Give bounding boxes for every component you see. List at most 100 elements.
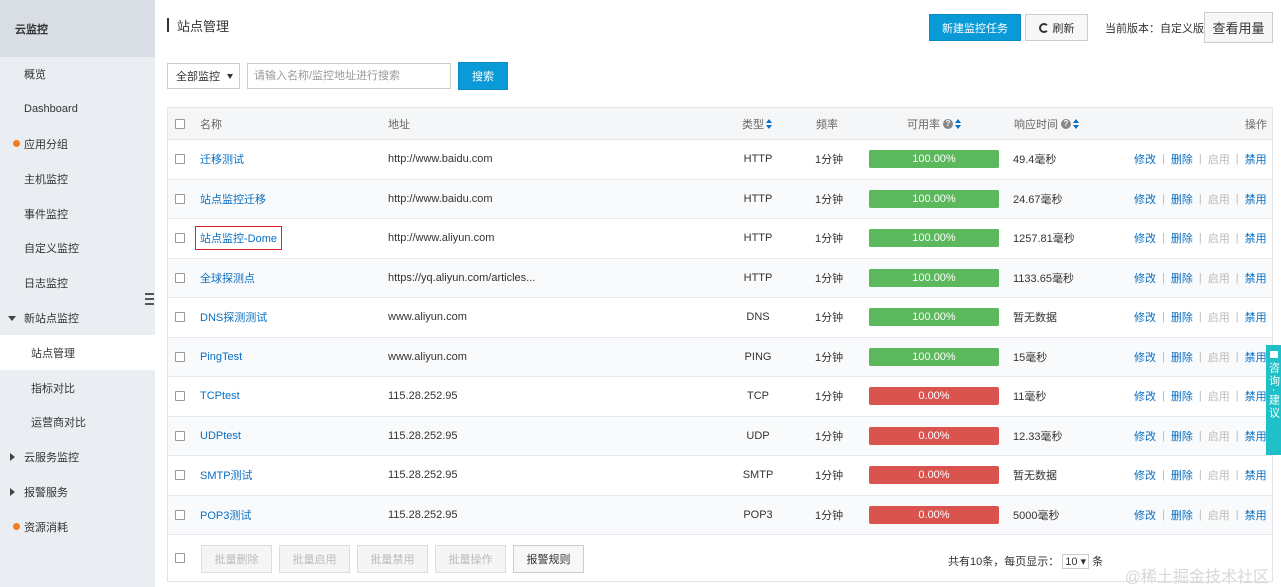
disable-link[interactable]: 禁用 bbox=[1245, 230, 1267, 246]
row-checkbox[interactable] bbox=[175, 154, 185, 165]
search-button[interactable]: 搜索 bbox=[458, 62, 508, 90]
delete-link[interactable]: 删除 bbox=[1171, 151, 1193, 167]
sidebar-item[interactable]: 事件监控 bbox=[0, 196, 155, 231]
sidebar-item[interactable]: 资源消耗 bbox=[0, 509, 155, 544]
delete-link[interactable]: 删除 bbox=[1171, 230, 1193, 246]
refresh-button[interactable]: 刷新 bbox=[1025, 14, 1088, 41]
sidebar-item[interactable]: 云服务监控 bbox=[0, 440, 155, 475]
view-usage-button[interactable]: 查看用量 bbox=[1204, 12, 1273, 43]
row-checkbox[interactable] bbox=[175, 233, 185, 244]
sidebar-item[interactable]: 新站点监控 bbox=[0, 301, 155, 336]
row-checkbox[interactable] bbox=[175, 470, 185, 481]
enable-link[interactable]: 启用 bbox=[1208, 230, 1230, 246]
site-name-link[interactable]: 全球探测点 bbox=[200, 270, 255, 286]
enable-link[interactable]: 启用 bbox=[1208, 388, 1230, 404]
row-checkbox[interactable] bbox=[175, 272, 185, 283]
page-size-value: 10 bbox=[1065, 556, 1078, 568]
sidebar-item[interactable]: 指标对比 bbox=[0, 370, 155, 405]
site-name-link[interactable]: DNS探测测试 bbox=[200, 309, 267, 325]
row-checkbox[interactable] bbox=[175, 193, 185, 204]
header-availability[interactable]: 可用率? bbox=[907, 108, 961, 139]
enable-link[interactable]: 启用 bbox=[1208, 309, 1230, 325]
delete-link[interactable]: 删除 bbox=[1171, 191, 1193, 207]
disable-link[interactable]: 禁用 bbox=[1245, 270, 1267, 286]
delete-link[interactable]: 删除 bbox=[1171, 388, 1193, 404]
sidebar-item[interactable]: 自定义监控 bbox=[0, 231, 155, 266]
row-checkbox[interactable] bbox=[175, 509, 185, 520]
enable-link[interactable]: 启用 bbox=[1208, 191, 1230, 207]
delete-link[interactable]: 删除 bbox=[1171, 507, 1193, 523]
page-size-select[interactable]: 10 ▾ bbox=[1062, 554, 1090, 569]
edit-link[interactable]: 修改 bbox=[1134, 507, 1156, 523]
delete-link[interactable]: 删除 bbox=[1171, 428, 1193, 444]
disable-link[interactable]: 禁用 bbox=[1245, 309, 1267, 325]
site-name-link[interactable]: TCPtest bbox=[200, 390, 240, 402]
sidebar-item[interactable]: Dashboard bbox=[0, 92, 155, 127]
disable-link[interactable]: 禁用 bbox=[1245, 191, 1267, 207]
site-address: http://www.baidu.com bbox=[388, 192, 493, 205]
disable-link[interactable]: 禁用 bbox=[1245, 349, 1267, 365]
edit-link[interactable]: 修改 bbox=[1134, 309, 1156, 325]
sidebar-item-label: 事件监控 bbox=[24, 208, 68, 221]
site-name-link[interactable]: PingTest bbox=[200, 351, 242, 363]
delete-link[interactable]: 删除 bbox=[1171, 309, 1193, 325]
site-type: UDP bbox=[746, 429, 770, 442]
header-response[interactable]: 响应时间? bbox=[1014, 108, 1079, 139]
site-name-link[interactable]: SMTP测试 bbox=[200, 467, 253, 483]
disable-link[interactable]: 禁用 bbox=[1245, 428, 1267, 444]
sidebar-item[interactable]: 报警服务 bbox=[0, 475, 155, 510]
site-name-link[interactable]: 迁移测试 bbox=[200, 151, 244, 167]
disable-link[interactable]: 禁用 bbox=[1245, 467, 1267, 483]
delete-link[interactable]: 删除 bbox=[1171, 467, 1193, 483]
edit-link[interactable]: 修改 bbox=[1134, 230, 1156, 246]
enable-link[interactable]: 启用 bbox=[1208, 151, 1230, 167]
batch-ops-button[interactable]: 批量操作 bbox=[435, 545, 506, 573]
header-type[interactable]: 类型 bbox=[742, 108, 772, 139]
help-icon[interactable]: ? bbox=[943, 118, 953, 129]
disable-link[interactable]: 禁用 bbox=[1245, 151, 1267, 167]
new-task-button[interactable]: 新建监控任务 bbox=[929, 14, 1021, 41]
site-name-link[interactable]: POP3测试 bbox=[200, 507, 251, 523]
edit-link[interactable]: 修改 bbox=[1134, 349, 1156, 365]
enable-link[interactable]: 启用 bbox=[1208, 428, 1230, 444]
edit-link[interactable]: 修改 bbox=[1134, 467, 1156, 483]
row-checkbox[interactable] bbox=[175, 312, 185, 323]
alarm-rules-button[interactable]: 报警规则 bbox=[513, 545, 584, 573]
edit-link[interactable]: 修改 bbox=[1134, 151, 1156, 167]
disable-link[interactable]: 禁用 bbox=[1245, 388, 1267, 404]
enable-link[interactable]: 启用 bbox=[1208, 507, 1230, 523]
sidebar-collapse-icon[interactable] bbox=[145, 293, 155, 307]
row-checkbox[interactable] bbox=[175, 430, 185, 441]
row-checkbox[interactable] bbox=[175, 391, 185, 402]
sidebar-item[interactable]: 概览 bbox=[0, 57, 155, 92]
feedback-tab[interactable]: 咨询·建议 bbox=[1266, 345, 1281, 455]
sidebar-item[interactable]: 运营商对比 bbox=[0, 405, 155, 440]
batch-enable-button[interactable]: 批量启用 bbox=[279, 545, 350, 573]
edit-link[interactable]: 修改 bbox=[1134, 270, 1156, 286]
footer-select-all-checkbox[interactable] bbox=[175, 553, 185, 563]
sidebar-item[interactable]: 主机监控 bbox=[0, 161, 155, 196]
edit-link[interactable]: 修改 bbox=[1134, 428, 1156, 444]
site-type: HTTP bbox=[743, 271, 773, 284]
enable-link[interactable]: 启用 bbox=[1208, 467, 1230, 483]
enable-link[interactable]: 启用 bbox=[1208, 270, 1230, 286]
site-name-link[interactable]: 站点监控-Dome bbox=[195, 226, 283, 251]
batch-disable-button[interactable]: 批量禁用 bbox=[357, 545, 428, 573]
edit-link[interactable]: 修改 bbox=[1134, 388, 1156, 404]
edit-link[interactable]: 修改 bbox=[1134, 191, 1156, 207]
delete-link[interactable]: 删除 bbox=[1171, 349, 1193, 365]
row-checkbox[interactable] bbox=[175, 351, 185, 362]
sidebar-item[interactable]: 站点管理 bbox=[0, 335, 155, 371]
help-icon[interactable]: ? bbox=[1061, 118, 1071, 129]
search-input[interactable] bbox=[247, 63, 451, 89]
site-name-link[interactable]: UDPtest bbox=[200, 430, 241, 442]
delete-link[interactable]: 删除 bbox=[1171, 270, 1193, 286]
monitor-type-select[interactable]: 全部监控 bbox=[167, 63, 240, 89]
sidebar-item[interactable]: 日志监控 bbox=[0, 266, 155, 301]
batch-delete-button[interactable]: 批量删除 bbox=[201, 545, 272, 573]
select-all-checkbox[interactable] bbox=[175, 118, 185, 129]
disable-link[interactable]: 禁用 bbox=[1245, 507, 1267, 523]
site-name-link[interactable]: 站点监控迁移 bbox=[200, 191, 266, 207]
sidebar-item[interactable]: 应用分组 bbox=[0, 127, 155, 162]
enable-link[interactable]: 启用 bbox=[1208, 349, 1230, 365]
